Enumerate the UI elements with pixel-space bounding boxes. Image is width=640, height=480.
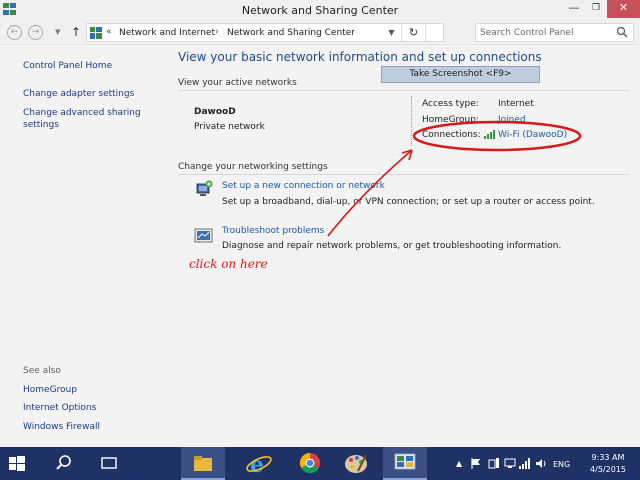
setup-new-connection-link[interactable]: Set up a new connection or network	[222, 181, 385, 191]
page-title: View your basic network information and …	[178, 50, 542, 64]
file-explorer-taskbar-button[interactable]	[181, 447, 225, 480]
folder-icon	[194, 456, 212, 471]
homegroup-value-link[interactable]: Joined	[498, 115, 526, 125]
change-advanced-sharing-link[interactable]: Change advanced sharing settings	[23, 107, 153, 131]
refresh-icon[interactable]: ↻	[402, 23, 426, 42]
volume-icon[interactable]	[535, 458, 547, 469]
search-icon[interactable]	[54, 447, 74, 480]
window-title: Network and Sharing Center	[241, 4, 399, 17]
breadcrumb-network-sharing-center[interactable]: Network and Sharing Center	[227, 28, 355, 38]
troubleshoot-problems-desc: Diagnose and repair network problems, or…	[222, 241, 562, 251]
left-pane: Control Panel Home Change adapter settin…	[0, 46, 172, 440]
troubleshoot-problems-link[interactable]: Troubleshoot problems	[222, 226, 324, 236]
networking-settings-heading: Change your networking settings	[178, 162, 328, 172]
windows-firewall-link[interactable]: Windows Firewall	[23, 421, 100, 433]
start-icon[interactable]	[6, 447, 28, 480]
divider	[178, 174, 630, 175]
screenshot-tooltip: Take Screenshot <F9>	[381, 66, 540, 83]
clock-time: 9:33 AM	[591, 453, 625, 462]
access-type-label: Access type:	[422, 99, 479, 109]
maximize-button[interactable]: ❐	[585, 0, 607, 18]
annotation-text: click on here	[189, 257, 268, 271]
search-icon[interactable]	[616, 26, 628, 38]
wifi-icon[interactable]	[519, 458, 531, 469]
internet-options-link[interactable]: Internet Options	[23, 402, 96, 414]
change-adapter-settings-link[interactable]: Change adapter settings	[23, 88, 134, 100]
task-view-icon[interactable]	[98, 447, 120, 480]
annotation-arrowhead	[401, 149, 413, 161]
flag-icon[interactable]	[471, 458, 481, 469]
control-panel-home-link[interactable]: Control Panel Home	[23, 60, 112, 72]
annotation-arrow	[327, 149, 413, 237]
taskbar: e ▲ ENG	[0, 447, 640, 480]
divider	[411, 96, 412, 146]
address-dropdown-icon[interactable]: ▼	[382, 23, 402, 42]
navigation-bar: ← → ▼ ↑ « Network and Internet › Network…	[0, 20, 640, 45]
breadcrumb-separator[interactable]: ›	[215, 27, 219, 37]
troubleshoot-icon	[194, 228, 213, 243]
language-indicator[interactable]: ENG	[553, 460, 570, 469]
content-bottom	[0, 440, 640, 447]
wifi-signal-icon	[484, 130, 495, 139]
breadcrumb-network-internet[interactable]: Network and Internet	[119, 28, 215, 38]
access-type-value: Internet	[498, 99, 534, 109]
new-connection-icon	[196, 180, 213, 196]
breadcrumb-overflow[interactable]: «	[106, 27, 112, 37]
chrome-icon[interactable]	[290, 447, 330, 480]
wifi-connection-link[interactable]: Wi-Fi (DawooD)	[498, 130, 567, 140]
minimize-button[interactable]: —	[563, 0, 585, 18]
control-panel-taskbar-button[interactable]	[383, 447, 427, 480]
setup-new-connection-desc: Set up a broadband, dial-up, or VPN conn…	[222, 197, 595, 207]
battery-icon[interactable]	[488, 458, 500, 469]
internet-explorer-icon[interactable]: e	[239, 447, 279, 480]
svg-text:e: e	[250, 452, 264, 478]
divider	[178, 90, 630, 91]
active-networks-heading: View your active networks	[178, 78, 297, 88]
network-name: DawooD	[194, 107, 236, 117]
display-icon[interactable]	[504, 458, 516, 469]
search-input[interactable]	[475, 23, 634, 42]
paint-icon[interactable]	[336, 447, 376, 480]
title-bar: Network and Sharing Center — ❐ ✕	[0, 0, 640, 20]
connections-label: Connections:	[422, 130, 481, 140]
control-panel-icon	[394, 453, 416, 470]
recent-locations-icon[interactable]: ▼	[55, 28, 60, 36]
see-also-heading: See also	[23, 366, 61, 376]
clock[interactable]: 9:33 AM 4/5/2015	[586, 452, 630, 476]
close-button[interactable]: ✕	[607, 0, 640, 18]
forward-button[interactable]: →	[28, 25, 43, 40]
clock-date: 4/5/2015	[590, 465, 626, 474]
up-button[interactable]: ↑	[71, 25, 81, 39]
control-panel-icon	[90, 27, 102, 39]
show-hidden-icons[interactable]: ▲	[456, 459, 462, 468]
homegroup-link[interactable]: HomeGroup	[23, 384, 77, 396]
back-button[interactable]: ←	[7, 25, 22, 40]
homegroup-label: HomeGroup:	[422, 115, 480, 125]
network-type: Private network	[194, 122, 265, 132]
